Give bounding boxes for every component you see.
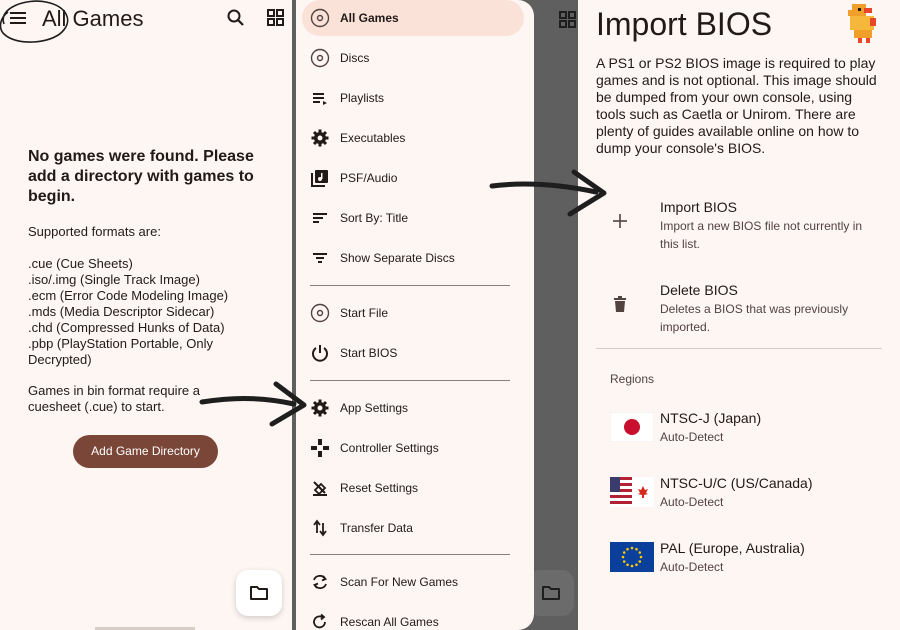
drawer-item-label: App Settings <box>340 401 409 415</box>
delete-bios-subtitle: Deletes a BIOS that was previously impor… <box>660 302 849 334</box>
search-icon[interactable] <box>226 8 246 28</box>
drawer-item-label: Executables <box>340 131 406 145</box>
disc-icon <box>310 48 330 68</box>
import-bios-screen: Import BIOS A PS1 or PS2 BIOS image is r… <box>578 0 900 630</box>
game-list-screen: All Games No games were found. Please ad… <box>0 0 292 630</box>
add-game-directory-button[interactable]: Add Game Directory <box>73 435 218 468</box>
transfer-icon <box>313 519 327 537</box>
region-subtitle: Auto-Detect <box>660 560 724 574</box>
region-subtitle: Auto-Detect <box>660 430 724 444</box>
drawer-item-label: Controller Settings <box>340 441 439 455</box>
region-subtitle: Auto-Detect <box>660 495 724 509</box>
sync-icon <box>313 574 327 590</box>
drawer-item-rescan-all-games[interactable]: Rescan All Games <box>302 604 524 630</box>
playlist-icon <box>313 93 327 105</box>
drawer-item-label: Start File <box>340 306 389 320</box>
region-item-ntsc-uc[interactable]: NTSC-U/C (US/Canada) Auto-Detect <box>610 475 880 519</box>
drawer-item-app-settings[interactable]: App Settings <box>302 390 524 426</box>
gear-icon <box>311 129 329 147</box>
add-folder-fab <box>528 570 574 616</box>
gamepad-icon <box>311 439 329 457</box>
japan-flag-icon <box>610 412 654 442</box>
folder-icon <box>250 586 268 600</box>
drawer-item-show-separate-discs[interactable]: Show Separate Discs <box>302 240 524 276</box>
drawer-item-controller-settings[interactable]: Controller Settings <box>302 430 524 466</box>
annotation-arrow-to-import-bios <box>489 169 607 217</box>
format-item: .mds (Media Descriptor Sidecar) <box>28 304 215 319</box>
drawer-item-all-games[interactable]: All Games <box>302 0 524 36</box>
region-title: NTSC-J (Japan) <box>660 410 762 426</box>
drawer-item-label: Show Separate Discs <box>340 251 455 265</box>
drawer-divider <box>310 380 510 381</box>
grid-view-icon <box>559 11 576 28</box>
format-item: .chd (Compressed Hunks of Data) <box>28 320 225 335</box>
top-app-bar: All Games <box>0 0 292 43</box>
drawer-item-reset-settings[interactable]: Reset Settings <box>302 470 524 506</box>
sort-icon <box>313 213 327 223</box>
region-title: PAL (Europe, Australia) <box>660 540 805 556</box>
filter-icon <box>313 253 327 263</box>
drawer-item-start-bios[interactable]: Start BIOS <box>302 335 524 371</box>
page-title: Import BIOS <box>596 6 773 42</box>
region-item-pal[interactable]: PAL (Europe, Australia) Auto-Detect <box>610 540 880 584</box>
formats-list: .cue (Cue Sheets) .iso/.img (Single Trac… <box>28 256 268 368</box>
us-canada-flag-icon <box>610 477 654 507</box>
drawer-item-label: PSF/Audio <box>340 171 398 185</box>
eu-flag-icon <box>610 542 654 572</box>
formats-label: Supported formats are: <box>28 224 161 239</box>
drawer-item-transfer-data[interactable]: Transfer Data <box>302 510 524 546</box>
refresh-icon <box>313 613 326 629</box>
drawer-item-label: Reset Settings <box>340 481 419 495</box>
add-folder-fab[interactable] <box>236 570 282 616</box>
navigation-drawer: All Games Discs Playlists Executables PS… <box>296 0 534 630</box>
bios-description: A PS1 or PS2 BIOS image is required to p… <box>596 55 877 156</box>
annotation-arrow-to-app-settings <box>199 381 307 427</box>
drawer-item-label: All Games <box>340 11 399 25</box>
drawer-item-label: Discs <box>340 51 370 65</box>
delete-bios-title: Delete BIOS <box>660 282 738 298</box>
drawer-item-scan-new-games[interactable]: Scan For New Games <box>302 564 524 600</box>
import-bios-title: Import BIOS <box>660 199 738 215</box>
power-icon <box>312 345 328 362</box>
empty-state-message: No games were found. Please add a direct… <box>28 148 254 205</box>
drawer-item-label: Transfer Data <box>340 521 413 535</box>
region-title: NTSC-U/C (US/Canada) <box>660 475 813 491</box>
drawer-item-label: Sort By: Title <box>340 211 409 225</box>
section-divider <box>596 348 882 349</box>
duck-logo-icon <box>848 4 876 43</box>
drawer-item-label: Start BIOS <box>340 346 398 360</box>
drawer-item-executables[interactable]: Executables <box>302 120 524 156</box>
trash-icon <box>614 296 626 312</box>
regions-heading: Regions <box>610 372 655 386</box>
drawer-divider <box>310 285 510 286</box>
drawer-item-discs[interactable]: Discs <box>302 40 524 76</box>
drawer-item-start-file[interactable]: Start File <box>302 295 524 331</box>
format-item: .pbp (PlayStation Portable, Only Decrypt… <box>28 336 213 367</box>
music-library-icon <box>311 170 328 187</box>
reset-icon <box>313 481 327 496</box>
format-item: .cue (Cue Sheets) <box>28 256 133 271</box>
drawer-item-label: Scan For New Games <box>340 575 459 589</box>
grid-view-icon[interactable] <box>266 8 286 28</box>
region-item-ntsc-j[interactable]: NTSC-J (Japan) Auto-Detect <box>610 410 880 454</box>
format-item: .iso/.img (Single Track Image) <box>28 272 200 287</box>
disc-icon <box>310 303 330 323</box>
gear-icon <box>311 399 329 417</box>
drawer-divider <box>310 554 510 555</box>
delete-bios-item[interactable]: Delete BIOS Deletes a BIOS that was prev… <box>596 282 886 338</box>
drawer-item-label: Playlists <box>340 91 385 105</box>
drawer-item-label: Rescan All Games <box>340 615 439 629</box>
format-item: .ecm (Error Code Modeling Image) <box>28 288 229 303</box>
drawer-item-playlists[interactable]: Playlists <box>302 80 524 116</box>
import-bios-item[interactable]: Import BIOS Import a new BIOS file not c… <box>596 199 886 255</box>
highlight-circle-annotation <box>0 0 69 43</box>
disc-icon <box>310 8 330 28</box>
folder-icon <box>542 586 560 600</box>
plus-icon <box>613 214 627 228</box>
import-bios-subtitle: Import a new BIOS file not currently in … <box>660 219 863 251</box>
